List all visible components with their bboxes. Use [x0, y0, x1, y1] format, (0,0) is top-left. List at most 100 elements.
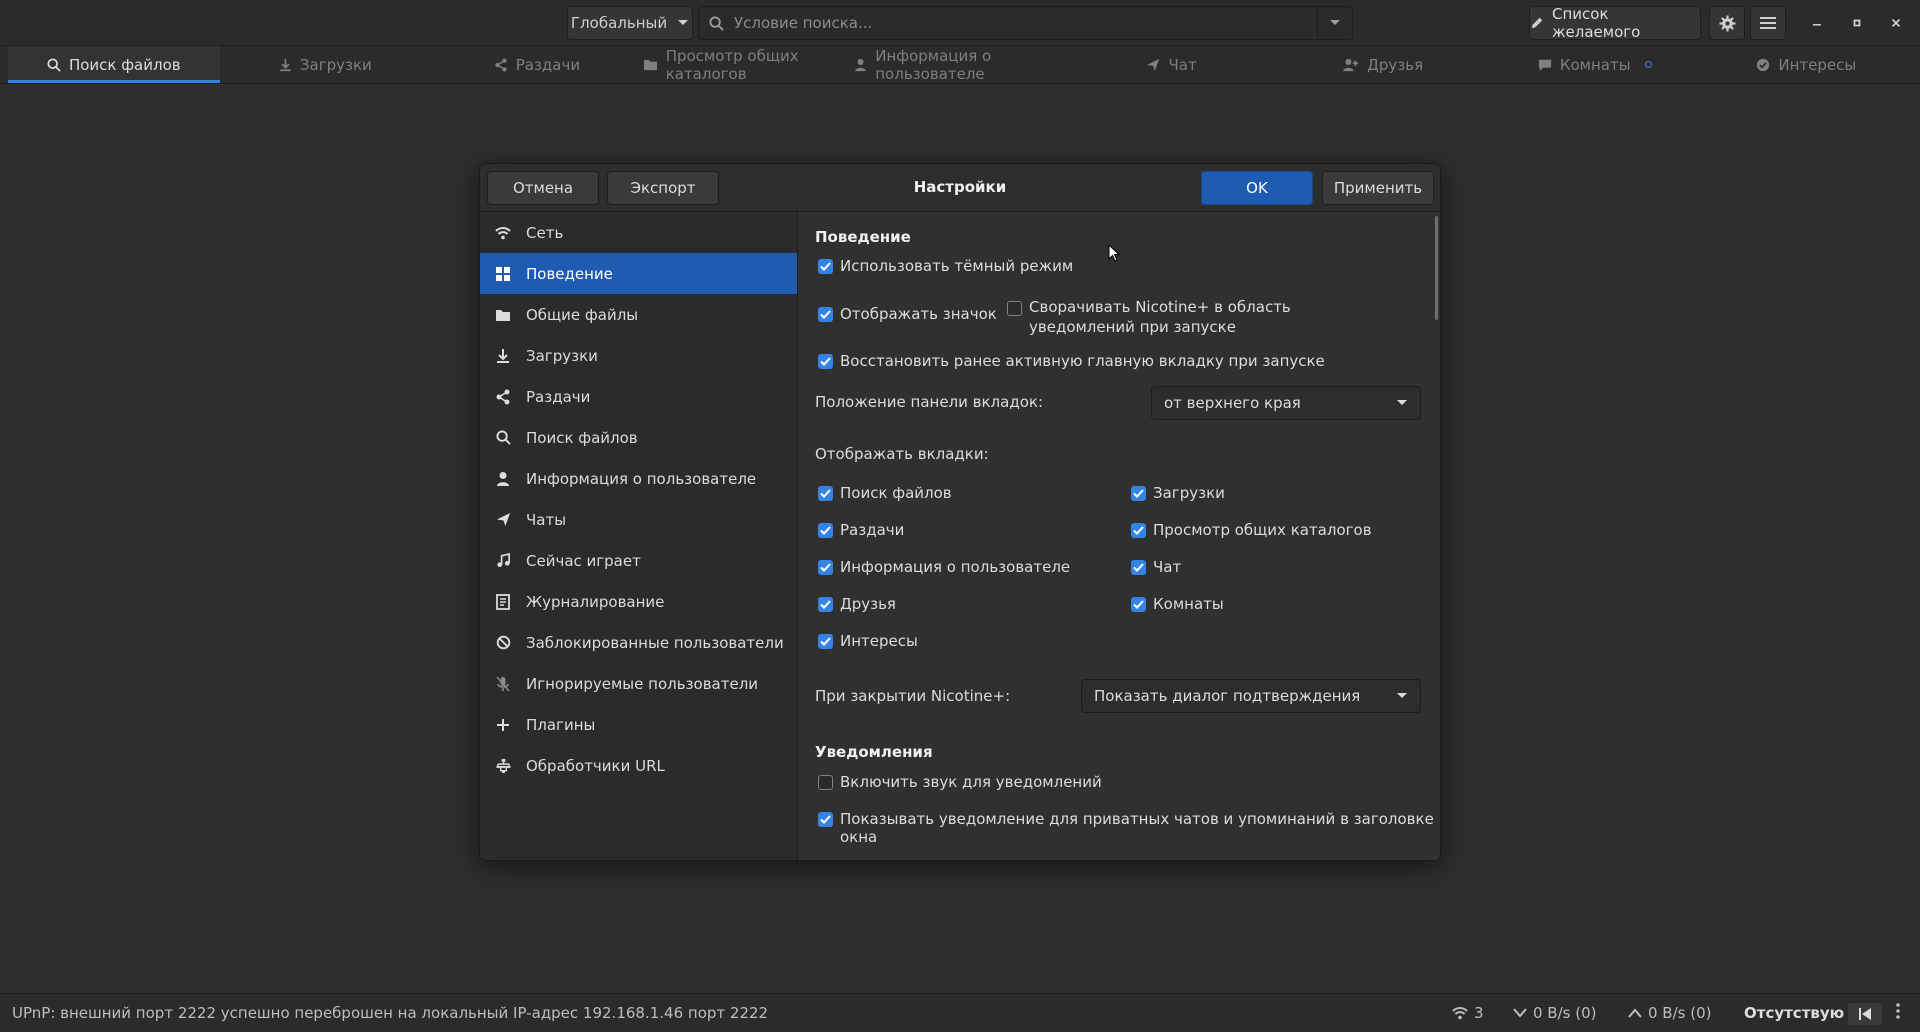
visible-tab-interests-checkbox[interactable]: Интересы [818, 632, 918, 650]
plus-icon [494, 716, 512, 734]
dark-mode-checkbox[interactable]: Использовать тёмный режим [818, 257, 1073, 275]
connections-indicator[interactable]: 3 [1452, 1004, 1484, 1022]
tab-label: Комнаты [1559, 55, 1631, 74]
maximize-button[interactable] [1845, 11, 1869, 35]
tab-browse-shares[interactable]: Просмотр общих каталогов [643, 46, 855, 83]
close-icon [1891, 18, 1901, 28]
download-icon [279, 58, 292, 72]
tab-search-files[interactable]: Поиск файлов [8, 46, 220, 83]
music-note-icon [494, 552, 512, 570]
sidebar-item-shares[interactable]: Общие файлы [480, 294, 797, 335]
sidebar-item-behavior[interactable]: Поведение [480, 253, 797, 294]
visible-tab-uploads-checkbox[interactable]: Раздачи [818, 521, 904, 539]
apply-label: Применить [1333, 179, 1423, 197]
sidebar-item-label: Заблокированные пользователи [526, 633, 784, 652]
tab-buddies[interactable]: Друзья [1277, 46, 1489, 83]
minimize-button[interactable] [1805, 11, 1829, 35]
ok-button[interactable]: OK [1201, 171, 1313, 205]
tab-chat-rooms[interactable]: Комнаты [1489, 46, 1701, 83]
behavior-settings-panel: Поведение Использовать тёмный режим Отоб… [798, 212, 1440, 860]
show-tray-icon-checkbox[interactable]: Отображать значок [818, 305, 997, 323]
checkbox-checked [1131, 523, 1146, 538]
wishlist-label: Список желаемого [1552, 5, 1641, 41]
sidebar-item-downloads[interactable]: Загрузки [480, 335, 797, 376]
folder-icon [494, 306, 512, 324]
checkbox-checked [1131, 597, 1146, 612]
search-input[interactable] [732, 13, 1317, 33]
sidebar-item-label: Игнорируемые пользователи [526, 674, 759, 693]
tab-user-info[interactable]: Информация о пользователе [854, 46, 1066, 83]
title-notification-checkbox[interactable]: Показывать уведомление для приватных чат… [818, 810, 1440, 846]
checkbox-label: Включить звук для уведомлений [840, 773, 1102, 791]
apply-button[interactable]: Применить [1322, 171, 1434, 205]
sidebar-item-chats[interactable]: Чаты [480, 499, 797, 540]
checkbox-label: Загрузки [1153, 484, 1225, 502]
visible-tab-userinfo-checkbox[interactable]: Информация о пользователе [818, 558, 1070, 576]
checkbox-label: Использовать тёмный режим [840, 257, 1074, 275]
visible-tab-rooms-checkbox[interactable]: Комнаты [1131, 595, 1224, 613]
sidebar-item-url-handlers[interactable]: Обработчики URL [480, 745, 797, 786]
checkbox-unchecked [1007, 301, 1022, 316]
restore-tab-checkbox[interactable]: Восстановить ранее активную главную вкла… [818, 352, 1325, 370]
away-status-toggle[interactable]: Отсутствую [1744, 1004, 1844, 1022]
sidebar-item-logging[interactable]: Журналирование [480, 581, 797, 622]
checkbox-label: Просмотр общих каталогов [1153, 521, 1372, 539]
download-speed-indicator[interactable]: 0 B/s (0) [1513, 1004, 1597, 1022]
tab-position-dropdown[interactable]: от верхнего края [1151, 386, 1421, 420]
close-button[interactable] [1884, 11, 1908, 35]
share-icon [494, 388, 512, 406]
sidebar-item-network[interactable]: Сеть [480, 212, 797, 253]
preferences-button[interactable] [1709, 6, 1745, 40]
toggle-log-pane-button[interactable] [1848, 1003, 1882, 1025]
tab-downloads[interactable]: Загрузки [220, 46, 432, 83]
export-button[interactable]: Экспорт [607, 171, 719, 205]
tab-interests[interactable]: Интересы [1701, 46, 1913, 83]
main-menu-button[interactable] [1750, 6, 1786, 40]
download-icon [494, 347, 512, 365]
search-scope-dropdown[interactable]: Глобальный [567, 6, 693, 40]
upload-speed-indicator[interactable]: 0 B/s (0) [1628, 1004, 1712, 1022]
sidebar-item-label: Сеть [526, 223, 564, 242]
visible-tab-search-checkbox[interactable]: Поиск файлов [818, 484, 952, 502]
on-close-dropdown[interactable]: Показать диалог подтверждения [1081, 679, 1421, 713]
sidebar-item-label: Общие файлы [526, 305, 639, 324]
visible-tab-chat-checkbox[interactable]: Чат [1131, 558, 1181, 576]
add-user-icon [1343, 58, 1359, 72]
on-close-value: Показать диалог подтверждения [1094, 687, 1361, 705]
sidebar-item-label: Информация о пользователе [526, 469, 757, 488]
tab-label: Интересы [1778, 55, 1857, 74]
sidebar-item-ignored-users[interactable]: Игнорируемые пользователи [480, 663, 797, 704]
sidebar-item-banned-users[interactable]: Заблокированные пользователи [480, 622, 797, 663]
sidebar-item-plugins[interactable]: Плагины [480, 704, 797, 745]
notification-sound-checkbox[interactable]: Включить звук для уведомлений [818, 773, 1102, 791]
chat-icon [1538, 58, 1552, 72]
search-field[interactable] [698, 6, 1318, 40]
cancel-button[interactable]: Отмена [487, 171, 599, 205]
send-icon [494, 511, 512, 529]
content-scrollbar[interactable] [1435, 216, 1438, 320]
search-history-dropdown[interactable] [1317, 6, 1353, 40]
tab-label: Загрузки [299, 55, 372, 74]
tab-chat[interactable]: Чат [1066, 46, 1278, 83]
checkbox-label: Отображать значок [840, 305, 997, 323]
sidebar-item-user-info[interactable]: Информация о пользователе [480, 458, 797, 499]
check-circle-icon [1756, 58, 1770, 72]
behavior-section-title: Поведение [815, 228, 911, 246]
sidebar-item-now-playing[interactable]: Сейчас играет [480, 540, 797, 581]
pencil-icon [1530, 16, 1544, 30]
minimize-to-tray-checkbox[interactable]: Сворачивать Nicotine+ в область уведомле… [1007, 297, 1397, 337]
checkbox-label: Поиск файлов [840, 484, 952, 502]
header-bar: Глобальный Список желаемого [0, 0, 1920, 46]
visible-tab-browse-checkbox[interactable]: Просмотр общих каталогов [1131, 521, 1372, 539]
chevron-down-icon [1396, 399, 1408, 407]
sidebar-item-searches[interactable]: Поиск файлов [480, 417, 797, 458]
wishlist-button[interactable]: Список желаемого [1529, 5, 1701, 41]
visible-tab-buddies-checkbox[interactable]: Друзья [818, 595, 896, 613]
status-menu-button[interactable] [1896, 1002, 1900, 1020]
wifi-icon [494, 224, 512, 242]
vertical-dots-icon [1896, 1002, 1900, 1020]
connections-count: 3 [1474, 1004, 1484, 1022]
sidebar-item-uploads[interactable]: Раздачи [480, 376, 797, 417]
tab-uploads[interactable]: Раздачи [431, 46, 643, 83]
visible-tab-downloads-checkbox[interactable]: Загрузки [1131, 484, 1225, 502]
